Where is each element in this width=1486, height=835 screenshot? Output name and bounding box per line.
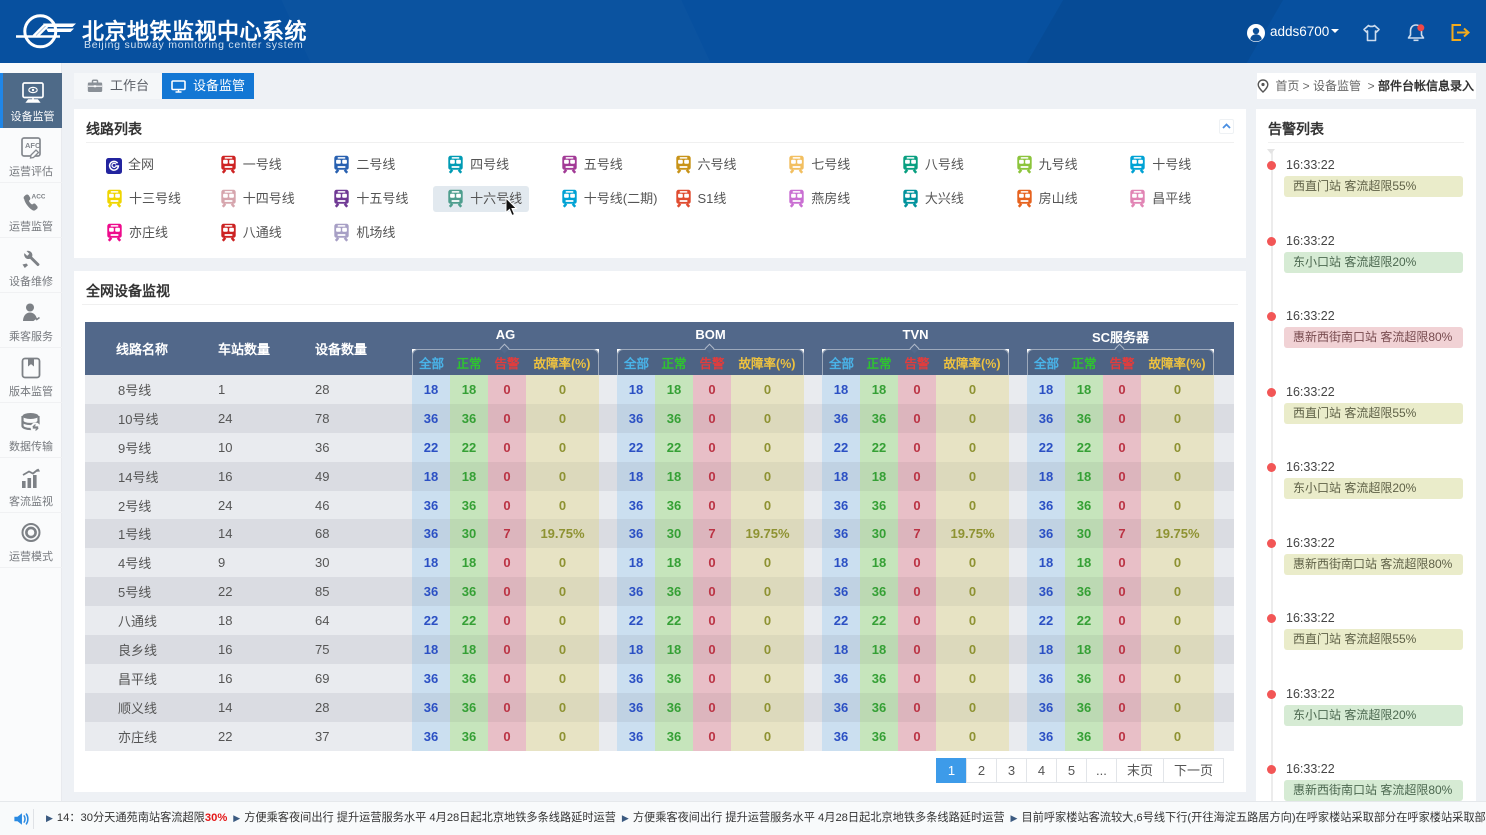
svg-text:AFC: AFC <box>25 141 41 150</box>
svg-text:ACC: ACC <box>31 194 45 201</box>
